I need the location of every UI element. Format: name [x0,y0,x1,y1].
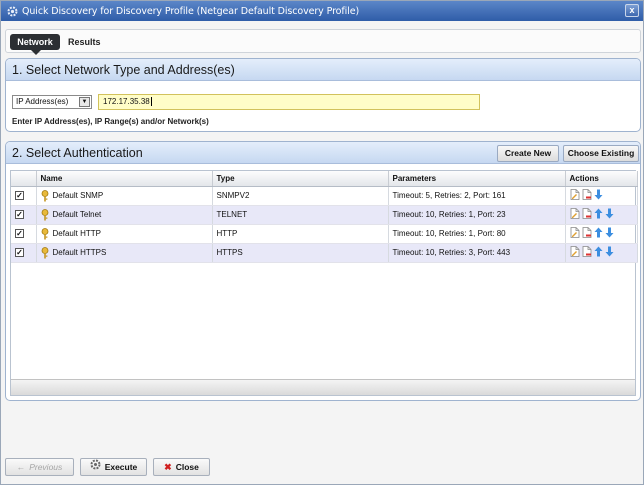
row-type: HTTP [212,224,389,244]
move-down-icon[interactable] [605,227,614,240]
row-checkbox[interactable]: ✓ [15,210,24,220]
row-name: Default HTTPS [52,247,107,257]
edit-icon[interactable] [570,189,580,202]
move-up-icon[interactable] [594,208,603,221]
row-parameters: Timeout: 10, Retries: 1, Port: 80 [388,224,566,244]
previous-button[interactable]: ← Previous [5,458,74,476]
column-name[interactable]: Name [36,171,213,187]
row-name-cell: Default SNMP [36,186,213,206]
close-window-button[interactable]: x [625,4,639,17]
authentication-panel-title: 2. Select Authentication [12,146,143,160]
row-name-cell: Default HTTPS [36,243,213,263]
table-header-row: Name Type Parameters Actions [11,171,638,187]
previous-label: Previous [29,462,63,472]
close-icon: ✖ [164,462,172,472]
choose-existing-button[interactable]: Choose Existing [563,145,639,162]
address-value: 172.17.35.38 [103,97,150,106]
row-parameters: Timeout: 5, Retries: 2, Port: 161 [388,186,566,206]
table-row[interactable]: ✓ Default Telnet TELNET Timeout: 10, Retrie… [11,205,638,225]
row-select-cell[interactable]: ✓ [11,224,37,244]
window-title: Quick Discovery for Discovery Profile (N… [22,5,360,17]
title-bar[interactable]: Quick Discovery for Discovery Profile (N… [1,1,643,21]
key-icon [41,227,49,240]
network-panel: 1. Select Network Type and Address(es) I… [5,58,641,132]
row-checkbox[interactable]: ✓ [15,229,24,239]
quick-discovery-window: Quick Discovery for Discovery Profile (N… [0,0,644,485]
network-type-select[interactable]: IP Address(es) ▼ [12,95,92,109]
column-actions[interactable]: Actions [565,171,638,187]
network-panel-header: 1. Select Network Type and Address(es) [6,59,640,81]
delete-icon[interactable] [582,208,592,221]
gear-icon [5,4,19,18]
row-name: Default Telnet [52,209,102,219]
edit-icon[interactable] [570,246,580,259]
table-footer [11,379,635,395]
address-input[interactable]: 172.17.35.38 [98,94,480,110]
row-parameters: Timeout: 10, Retries: 3, Port: 443 [388,243,566,263]
close-label: Close [175,462,199,472]
tab-network[interactable]: Network [10,34,60,55]
move-down-icon[interactable] [594,189,603,202]
table-row[interactable]: ✓ Default HTTPS HTTPS Timeout: 10, Retries:… [11,243,638,263]
column-type[interactable]: Type [212,171,389,187]
table-row[interactable]: ✓ Default HTTP HTTP Timeout: 10, Retries: 1… [11,224,638,244]
key-icon [41,208,49,221]
network-panel-title: 1. Select Network Type and Address(es) [12,63,235,77]
row-select-cell[interactable]: ✓ [11,186,37,206]
authentication-panel: 2. Select Authentication Create New Choo… [5,141,641,401]
address-hint: Enter IP Address(es), IP Range(s) and/or… [12,117,209,126]
row-checkbox[interactable]: ✓ [15,191,24,201]
row-parameters: Timeout: 10, Retries: 1, Port: 23 [388,205,566,225]
authentication-table: Name Type Parameters Actions ✓ Default SN… [10,170,638,396]
network-type-value: IP Address(es) [16,97,69,106]
move-up-icon[interactable] [594,227,603,240]
row-checkbox[interactable]: ✓ [15,248,24,258]
execute-label: Execute [104,462,138,472]
edit-icon[interactable] [570,227,580,240]
row-name-cell: Default Telnet [36,205,213,225]
row-select-cell[interactable]: ✓ [11,205,37,225]
row-actions [565,243,638,263]
row-actions [565,205,638,225]
column-parameters[interactable]: Parameters [388,171,566,187]
delete-icon[interactable] [582,189,592,202]
create-new-button[interactable]: Create New [497,145,559,162]
close-button[interactable]: ✖ Close [153,458,210,476]
row-type: HTTPS [212,243,389,263]
arrow-left-icon: ← [16,462,26,472]
row-select-cell[interactable]: ✓ [11,243,37,263]
row-name-cell: Default HTTP [36,224,213,244]
row-actions [565,186,638,206]
row-name: Default SNMP [52,190,104,200]
execute-button[interactable]: Execute [80,458,147,476]
chevron-down-icon[interactable]: ▼ [79,97,90,107]
key-icon [41,189,49,202]
move-up-icon[interactable] [594,246,603,259]
row-type: TELNET [212,205,389,225]
row-actions [565,224,638,244]
gear-icon [90,459,101,475]
row-type: SNMPV2 [212,186,389,206]
key-icon [41,246,49,259]
tab-bar: Network Results [5,29,641,55]
delete-icon[interactable] [582,246,592,259]
move-down-icon[interactable] [605,208,614,221]
column-select[interactable] [11,171,37,187]
tab-results[interactable]: Results [68,34,101,50]
authentication-panel-header: 2. Select Authentication Create New Choo… [6,142,640,164]
row-name: Default HTTP [52,228,101,238]
delete-icon[interactable] [582,227,592,240]
table-row[interactable]: ✓ Default SNMP SNMPV2 Timeout: 5, Retries: … [11,186,638,206]
move-down-icon[interactable] [605,246,614,259]
edit-icon[interactable] [570,208,580,221]
